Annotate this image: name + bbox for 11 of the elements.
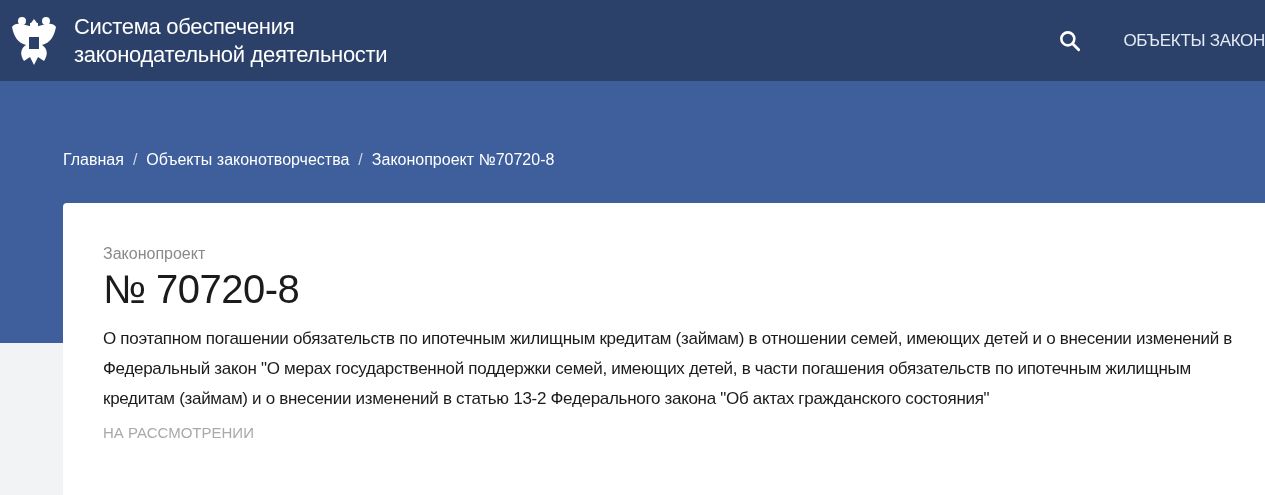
bill-status: НА РАССМОТРЕНИИ (103, 424, 255, 441)
bill-description: О поэтапном погашении обязательств по ипотечным жилищным кредитам (займам) в отношении семей, имеющих детей и о внесении изменений в Федеральный закон "О мерах государственной поддержки семей, имеющих детей, в части погашения обязательств по ипотечным жилищным кредитам (займам) и о внесении изменений в статью 13-2 Федерального закона "Об актах гражданского состояния" (103, 328, 1234, 410)
bill-number: № 70720-8 (103, 267, 301, 312)
breadcrumb-separator: / (132, 151, 138, 169)
breadcrumb-link[interactable]: Главная (63, 151, 124, 169)
bill-type-label: Законопроект (103, 245, 207, 263)
site-title[interactable]: Система обеспечения законодательной деятельности (74, 12, 388, 69)
breadcrumb-separator: / (358, 151, 363, 169)
breadcrumb-link[interactable]: Законопроект №70720-8 (371, 151, 555, 169)
breadcrumb-link[interactable]: Объекты законотворчества (146, 151, 350, 169)
nav-link[interactable]: ОБЪЕКТЫ ЗАКОН (1123, 30, 1265, 51)
